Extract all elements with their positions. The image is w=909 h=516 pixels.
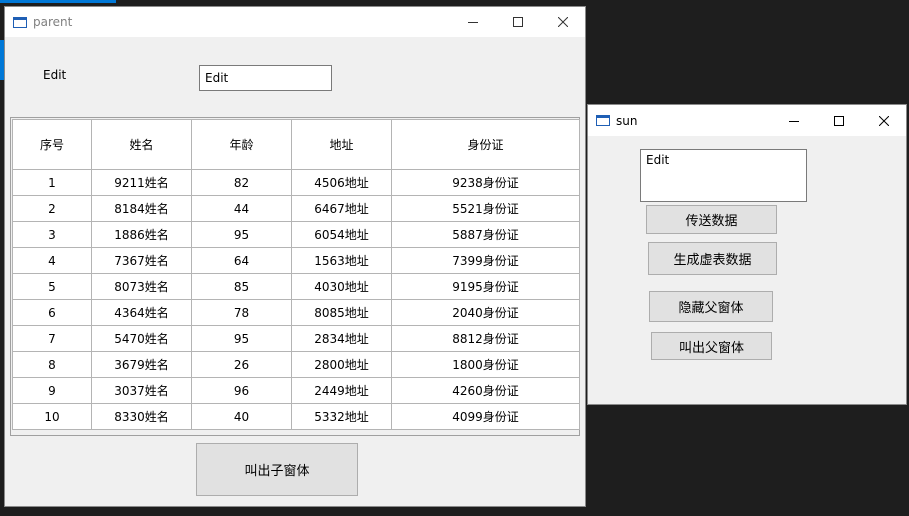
column-header[interactable]: 地址 xyxy=(291,119,392,170)
table-cell[interactable]: 3037姓名 xyxy=(91,377,192,404)
maximize-button[interactable] xyxy=(495,7,540,37)
table-cell[interactable]: 95 xyxy=(191,325,292,352)
maximize-icon xyxy=(512,17,523,27)
table-cell[interactable]: 9238身份证 xyxy=(391,169,580,196)
sun-edit-field[interactable]: Edit xyxy=(640,149,807,202)
generate-virtual-table-button[interactable]: 生成虚表数据 xyxy=(648,242,777,275)
table-row[interactable]: 10 8330姓名 40 5332地址 4099身份证 xyxy=(12,403,580,430)
table-cell[interactable]: 95 xyxy=(191,221,292,248)
table-cell[interactable]: 2 xyxy=(12,195,92,222)
column-header[interactable]: 年龄 xyxy=(191,119,292,170)
table-row[interactable]: 5 8073姓名 85 4030地址 9195身份证 xyxy=(12,273,580,300)
minimize-button[interactable] xyxy=(450,7,495,37)
table-cell[interactable]: 7 xyxy=(12,325,92,352)
table-cell[interactable]: 8085地址 xyxy=(291,299,392,326)
table-header-row: 序号 姓名 年龄 地址 身份证 xyxy=(12,119,580,170)
table-cell[interactable]: 7399身份证 xyxy=(391,247,580,274)
parent-window-title: parent xyxy=(33,15,73,29)
table-cell[interactable]: 5332地址 xyxy=(291,403,392,430)
table-cell[interactable]: 6 xyxy=(12,299,92,326)
close-button[interactable] xyxy=(861,105,906,136)
table-cell[interactable]: 10 xyxy=(12,403,92,430)
table-cell[interactable]: 5521身份证 xyxy=(391,195,580,222)
table-cell[interactable]: 6054地址 xyxy=(291,221,392,248)
table-cell[interactable]: 9 xyxy=(12,377,92,404)
sun-window: sun Edit 传送数据 生成虚表数据 隐藏父窗体 叫出父窗体 xyxy=(587,104,907,405)
show-parent-window-button[interactable]: 叫出父窗体 xyxy=(651,332,772,360)
table-cell[interactable]: 5887身份证 xyxy=(391,221,580,248)
table-cell[interactable]: 6467地址 xyxy=(291,195,392,222)
table-row[interactable]: 3 1886姓名 95 6054地址 5887身份证 xyxy=(12,221,580,248)
show-child-window-button[interactable]: 叫出子窗体 xyxy=(196,443,358,496)
column-header[interactable]: 身份证 xyxy=(391,119,580,170)
minimize-button[interactable] xyxy=(771,105,816,136)
table-cell[interactable]: 4030地址 xyxy=(291,273,392,300)
table-cell[interactable]: 3679姓名 xyxy=(91,351,192,378)
minimize-icon xyxy=(467,22,478,23)
table-cell[interactable]: 2449地址 xyxy=(291,377,392,404)
close-button[interactable] xyxy=(540,7,585,37)
table-cell[interactable]: 40 xyxy=(191,403,292,430)
parent-edit-field[interactable] xyxy=(199,65,332,91)
column-header[interactable]: 序号 xyxy=(12,119,92,170)
maximize-icon xyxy=(833,115,844,126)
parent-window: parent Edit 序号 姓名 年龄 地址 xyxy=(4,6,586,507)
table-row[interactable]: 8 3679姓名 26 2800地址 1800身份证 xyxy=(12,351,580,378)
table-cell[interactable]: 78 xyxy=(191,299,292,326)
table-cell[interactable]: 64 xyxy=(191,247,292,274)
table-cell[interactable]: 26 xyxy=(191,351,292,378)
table-row[interactable]: 9 3037姓名 96 2449地址 4260身份证 xyxy=(12,377,580,404)
table-row[interactable]: 4 7367姓名 64 1563地址 7399身份证 xyxy=(12,247,580,274)
table-cell[interactable]: 3 xyxy=(12,221,92,248)
sun-titlebar[interactable]: sun xyxy=(588,105,906,136)
close-icon xyxy=(557,17,568,27)
table-cell[interactable]: 96 xyxy=(191,377,292,404)
table-cell[interactable]: 44 xyxy=(191,195,292,222)
table-row[interactable]: 6 4364姓名 78 8085地址 2040身份证 xyxy=(12,299,580,326)
table-cell[interactable]: 4364姓名 xyxy=(91,299,192,326)
table-cell[interactable]: 4099身份证 xyxy=(391,403,580,430)
table-cell[interactable]: 8 xyxy=(12,351,92,378)
data-grid[interactable]: 序号 姓名 年龄 地址 身份证 1 9211姓名 82 4506地址 9238身… xyxy=(10,117,580,436)
table-cell[interactable]: 4506地址 xyxy=(291,169,392,196)
window-icon xyxy=(596,115,610,126)
table-cell[interactable]: 1886姓名 xyxy=(91,221,192,248)
parent-edit-label: Edit xyxy=(43,68,67,82)
table-cell[interactable]: 8184姓名 xyxy=(91,195,192,222)
table-cell[interactable]: 5470姓名 xyxy=(91,325,192,352)
maximize-button[interactable] xyxy=(816,105,861,136)
table-cell[interactable]: 2040身份证 xyxy=(391,299,580,326)
table-cell[interactable]: 1 xyxy=(12,169,92,196)
table-cell[interactable]: 2834地址 xyxy=(291,325,392,352)
column-header[interactable]: 姓名 xyxy=(91,119,192,170)
table-cell[interactable]: 8812身份证 xyxy=(391,325,580,352)
table-cell[interactable]: 9211姓名 xyxy=(91,169,192,196)
table-cell[interactable]: 5 xyxy=(12,273,92,300)
table-cell[interactable]: 2800地址 xyxy=(291,351,392,378)
table-row[interactable]: 7 5470姓名 95 2834地址 8812身份证 xyxy=(12,325,580,352)
sun-window-title: sun xyxy=(616,113,638,128)
table-cell[interactable]: 7367姓名 xyxy=(91,247,192,274)
table-cell[interactable]: 82 xyxy=(191,169,292,196)
table-cell[interactable]: 85 xyxy=(191,273,292,300)
table-cell[interactable]: 8330姓名 xyxy=(91,403,192,430)
minimize-icon xyxy=(788,120,799,122)
hide-parent-window-button[interactable]: 隐藏父窗体 xyxy=(649,291,773,322)
parent-titlebar[interactable]: parent xyxy=(5,7,585,37)
table-cell[interactable]: 1800身份证 xyxy=(391,351,580,378)
background-accent-strip xyxy=(0,0,116,3)
table-row[interactable]: 2 8184姓名 44 6467地址 5521身份证 xyxy=(12,195,580,222)
table-row[interactable]: 1 9211姓名 82 4506地址 9238身份证 xyxy=(12,169,580,196)
send-data-button[interactable]: 传送数据 xyxy=(646,205,777,234)
table-cell[interactable]: 4260身份证 xyxy=(391,377,580,404)
table-cell[interactable]: 4 xyxy=(12,247,92,274)
table-cell[interactable]: 1563地址 xyxy=(291,247,392,274)
table-cell[interactable]: 8073姓名 xyxy=(91,273,192,300)
data-table: 序号 姓名 年龄 地址 身份证 1 9211姓名 82 4506地址 9238身… xyxy=(12,119,580,430)
table-cell[interactable]: 9195身份证 xyxy=(391,273,580,300)
window-icon xyxy=(13,16,27,28)
close-icon xyxy=(878,115,889,126)
